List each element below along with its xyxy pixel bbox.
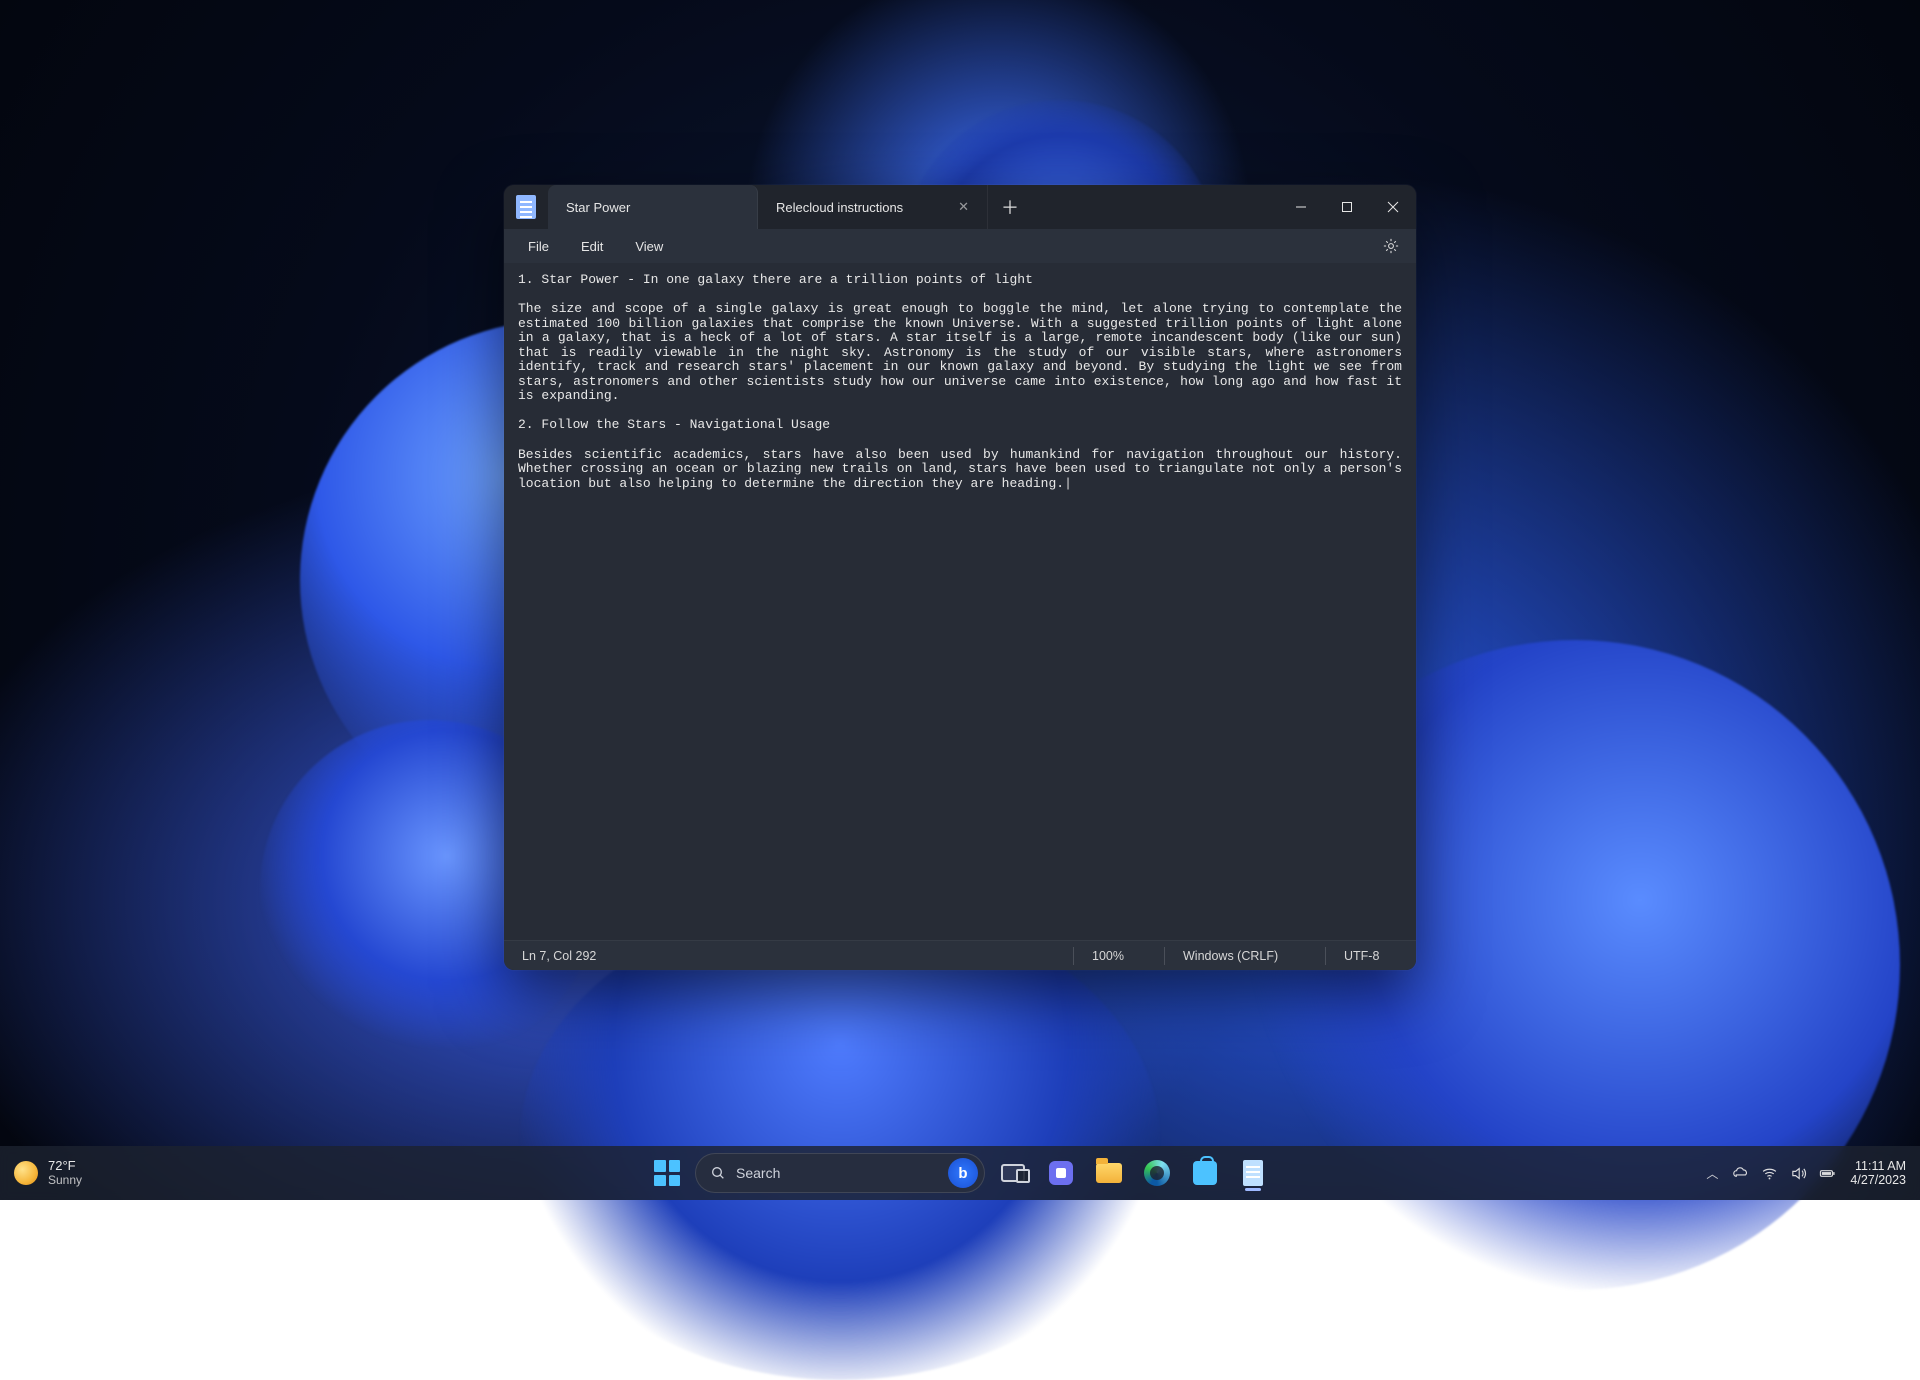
statusbar: Ln 7, Col 292 100% Windows (CRLF) UTF-8 xyxy=(504,940,1416,970)
store-icon xyxy=(1193,1161,1217,1185)
taskbar-weather-widget[interactable]: 72°F Sunny xyxy=(14,1159,82,1186)
tray-overflow-button[interactable]: ︿ xyxy=(1706,1165,1718,1182)
weather-temp: 72°F xyxy=(48,1159,82,1173)
taskbar-search[interactable]: Search b xyxy=(695,1153,985,1193)
settings-button[interactable] xyxy=(1376,231,1406,261)
menu-file[interactable]: File xyxy=(514,233,563,260)
edge-button[interactable] xyxy=(1137,1153,1177,1193)
wifi-icon xyxy=(1761,1165,1778,1182)
system-tray[interactable] xyxy=(1732,1165,1836,1182)
chat-icon xyxy=(1049,1161,1073,1185)
tab-label: Relecloud instructions xyxy=(776,200,903,215)
new-tab-button[interactable]: ＋ xyxy=(988,185,1032,229)
text-editor[interactable]: 1. Star Power - In one galaxy there are … xyxy=(504,263,1416,940)
start-button[interactable] xyxy=(647,1153,687,1193)
status-line-ending[interactable]: Windows (CRLF) xyxy=(1165,941,1325,970)
notepad-icon xyxy=(1243,1160,1263,1186)
menu-view[interactable]: View xyxy=(621,233,677,260)
taskbar: 72°F Sunny Search b ︿ 11:11 xyxy=(0,1146,1920,1200)
taskbar-clock[interactable]: 11:11 AM 4/27/2023 xyxy=(1850,1159,1906,1188)
task-view-button[interactable] xyxy=(993,1153,1033,1193)
notepad-app-icon xyxy=(504,185,548,229)
onedrive-icon xyxy=(1732,1165,1749,1182)
status-encoding[interactable]: UTF-8 xyxy=(1326,941,1416,970)
editor-content: 1. Star Power - In one galaxy there are … xyxy=(518,272,1410,491)
close-tab-icon[interactable]: ✕ xyxy=(958,199,969,215)
folder-icon xyxy=(1096,1163,1122,1183)
tab-label: Star Power xyxy=(566,200,630,215)
search-placeholder: Search xyxy=(736,1165,938,1181)
windows-logo-icon xyxy=(654,1160,680,1186)
titlebar[interactable]: Star Power Relecloud instructions ✕ ＋ xyxy=(504,185,1416,229)
clock-time: 11:11 AM xyxy=(1850,1159,1906,1173)
close-window-button[interactable] xyxy=(1370,185,1416,229)
task-view-icon xyxy=(1001,1164,1025,1182)
volume-icon xyxy=(1790,1165,1807,1182)
store-button[interactable] xyxy=(1185,1153,1225,1193)
notepad-window: Star Power Relecloud instructions ✕ ＋ Fi… xyxy=(504,185,1416,970)
bing-icon[interactable]: b xyxy=(948,1158,978,1188)
edge-icon xyxy=(1144,1160,1170,1186)
battery-icon xyxy=(1819,1165,1836,1182)
tab-relecloud[interactable]: Relecloud instructions ✕ xyxy=(758,185,988,229)
menubar: File Edit View xyxy=(504,229,1416,263)
weather-icon xyxy=(14,1161,38,1185)
chat-button[interactable] xyxy=(1041,1153,1081,1193)
status-position: Ln 7, Col 292 xyxy=(504,941,614,970)
clock-date: 4/27/2023 xyxy=(1850,1173,1906,1187)
tab-star-power[interactable]: Star Power xyxy=(548,185,758,229)
menu-edit[interactable]: Edit xyxy=(567,233,617,260)
maximize-button[interactable] xyxy=(1324,185,1370,229)
status-zoom[interactable]: 100% xyxy=(1074,941,1164,970)
weather-condition: Sunny xyxy=(48,1174,82,1187)
search-icon xyxy=(710,1165,726,1181)
minimize-button[interactable] xyxy=(1278,185,1324,229)
notepad-taskbar-button[interactable] xyxy=(1233,1153,1273,1193)
gear-icon xyxy=(1382,237,1400,255)
file-explorer-button[interactable] xyxy=(1089,1153,1129,1193)
text-caret xyxy=(1064,476,1072,491)
